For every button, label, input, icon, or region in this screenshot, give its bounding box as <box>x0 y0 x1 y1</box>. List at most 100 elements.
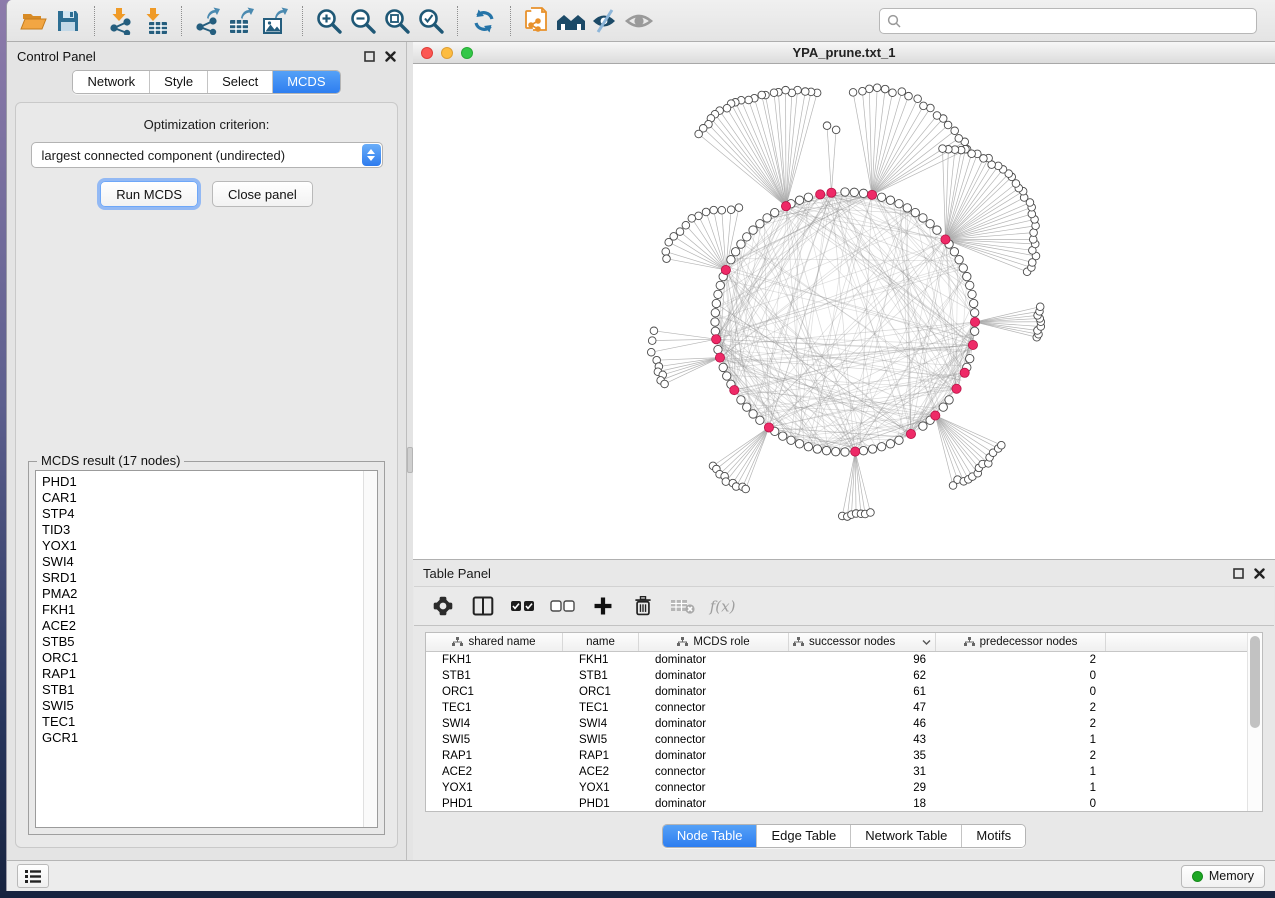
import-table-button[interactable] <box>138 4 172 38</box>
export-table-button[interactable] <box>225 4 259 38</box>
column-header-name[interactable]: name <box>563 633 639 651</box>
export-image-icon <box>262 7 290 35</box>
float-panel-icon[interactable] <box>364 51 375 62</box>
share-document-button[interactable] <box>520 4 554 38</box>
task-history-button[interactable] <box>17 864 49 888</box>
memory-button[interactable]: Memory <box>1181 865 1265 888</box>
table-row[interactable]: ORC1ORC1dominator610 <box>426 684 1262 700</box>
save-button[interactable] <box>51 4 85 38</box>
mcds-result-item[interactable]: SWI5 <box>42 698 377 714</box>
table-tab-network-table[interactable]: Network Table <box>851 825 962 847</box>
close-panel-button[interactable]: Close panel <box>212 181 313 207</box>
window-minimize-icon[interactable] <box>441 47 453 59</box>
delete-column-button[interactable] <box>628 591 658 621</box>
delete-table-button[interactable] <box>668 591 698 621</box>
settings-gear-button[interactable] <box>428 591 458 621</box>
table-cell: PHD1 <box>563 796 639 812</box>
table-row[interactable]: TEC1TEC1connector472 <box>426 700 1262 716</box>
tab-mcds[interactable]: MCDS <box>273 71 339 93</box>
table-row[interactable]: FKH1FKH1dominator962 <box>426 652 1262 668</box>
export-network-button[interactable] <box>191 4 225 38</box>
mcds-result-item[interactable]: STB1 <box>42 682 377 698</box>
column-header-successor-nodes[interactable]: successor nodes <box>789 633 936 651</box>
mcds-panel: Optimization criterion: largest connecte… <box>15 102 398 848</box>
hide-graphics-button[interactable] <box>588 4 622 38</box>
table-panel-header: Table Panel <box>413 560 1275 586</box>
mcds-result-item[interactable]: PHD1 <box>42 474 377 490</box>
column-header-MCDS-role[interactable]: MCDS role <box>639 633 789 651</box>
table-row[interactable]: RAP1RAP1dominator352 <box>426 748 1262 764</box>
mcds-result-item[interactable]: SRD1 <box>42 570 377 586</box>
deselect-all-checkboxes-button[interactable] <box>548 591 578 621</box>
mcds-result-list[interactable]: PHD1CAR1STP4TID3YOX1SWI4SRD1PMA2FKH1ACE2… <box>35 470 378 828</box>
table-row[interactable]: YOX1YOX1connector291 <box>426 780 1262 796</box>
table-row[interactable]: SWI4SWI4dominator462 <box>426 716 1262 732</box>
mcds-result-item[interactable]: ORC1 <box>42 650 377 666</box>
zoom-fit-button[interactable] <box>380 4 414 38</box>
import-table-icon <box>141 7 169 35</box>
close-panel-icon[interactable] <box>1254 568 1265 579</box>
export-table-icon <box>228 7 256 35</box>
mcds-list-scrollbar[interactable] <box>363 471 377 827</box>
mcds-result-item[interactable]: FKH1 <box>42 602 377 618</box>
close-panel-icon[interactable] <box>385 51 396 62</box>
mcds-result-item[interactable]: RAP1 <box>42 666 377 682</box>
table-tab-motifs[interactable]: Motifs <box>962 825 1025 847</box>
mcds-result-item[interactable]: STB5 <box>42 634 377 650</box>
table-cell: STB1 <box>563 668 639 684</box>
network-overview-button[interactable] <box>554 4 588 38</box>
table-scrollbar[interactable] <box>1247 633 1262 811</box>
float-panel-icon[interactable] <box>1233 568 1244 579</box>
mcds-result-item[interactable]: YOX1 <box>42 538 377 554</box>
mcds-result-item[interactable]: SWI4 <box>42 554 377 570</box>
table-tab-edge-table[interactable]: Edge Table <box>757 825 851 847</box>
table-row[interactable]: PHD1PHD1dominator180 <box>426 796 1262 812</box>
table-row[interactable]: ACE2ACE2connector311 <box>426 764 1262 780</box>
refresh-button[interactable] <box>467 4 501 38</box>
network-graph[interactable] <box>413 64 1275 559</box>
network-canvas[interactable] <box>413 64 1275 559</box>
mcds-result-item[interactable]: TID3 <box>42 522 377 538</box>
search-field[interactable] <box>879 8 1257 34</box>
show-graphics-button[interactable] <box>622 4 656 38</box>
function-builder-button[interactable]: f(x) <box>708 591 738 621</box>
refresh-icon <box>470 7 498 35</box>
table-cell: 1 <box>936 732 1106 748</box>
column-header-predecessor-nodes[interactable]: predecessor nodes <box>936 633 1106 651</box>
table-scrollbar-thumb[interactable] <box>1250 636 1260 728</box>
table-tab-node-table[interactable]: Node Table <box>663 825 758 847</box>
mcds-result-item[interactable]: ACE2 <box>42 618 377 634</box>
window-maximize-icon[interactable] <box>461 47 473 59</box>
network-window-titlebar[interactable]: YPA_prune.txt_1 <box>413 42 1275 64</box>
tab-style[interactable]: Style <box>150 71 208 93</box>
criterion-dropdown[interactable]: largest connected component (undirected) <box>31 142 383 168</box>
table-cell: 35 <box>789 748 936 764</box>
mcds-result-item[interactable]: TEC1 <box>42 714 377 730</box>
table-row[interactable]: STB1STB1dominator620 <box>426 668 1262 684</box>
open-folder-button[interactable] <box>17 4 51 38</box>
export-image-button[interactable] <box>259 4 293 38</box>
mcds-result-item[interactable]: GCR1 <box>42 730 377 746</box>
column-header-shared-name[interactable]: shared name <box>426 633 563 651</box>
table-panel: Table Panel <box>413 560 1275 860</box>
table-cell: ORC1 <box>426 684 563 700</box>
add-column-button[interactable] <box>588 591 618 621</box>
window-close-icon[interactable] <box>421 47 433 59</box>
mcds-result-item[interactable]: STP4 <box>42 506 377 522</box>
tab-network[interactable]: Network <box>73 71 150 93</box>
select-all-checkboxes-button[interactable] <box>508 591 538 621</box>
delete-column-icon <box>632 595 654 617</box>
table-row[interactable]: SWI5SWI5connector431 <box>426 732 1262 748</box>
import-network-button[interactable] <box>104 4 138 38</box>
table-cell: dominator <box>639 652 789 668</box>
zoom-out-button[interactable] <box>346 4 380 38</box>
mcds-result-item[interactable]: PMA2 <box>42 586 377 602</box>
tab-select[interactable]: Select <box>208 71 273 93</box>
zoom-selected-button[interactable] <box>414 4 448 38</box>
mcds-result-item[interactable]: CAR1 <box>42 490 377 506</box>
split-panel-button[interactable] <box>468 591 498 621</box>
zoom-in-button[interactable] <box>312 4 346 38</box>
run-mcds-button[interactable]: Run MCDS <box>100 181 198 207</box>
table-cell: 0 <box>936 668 1106 684</box>
search-input[interactable] <box>906 13 1249 28</box>
